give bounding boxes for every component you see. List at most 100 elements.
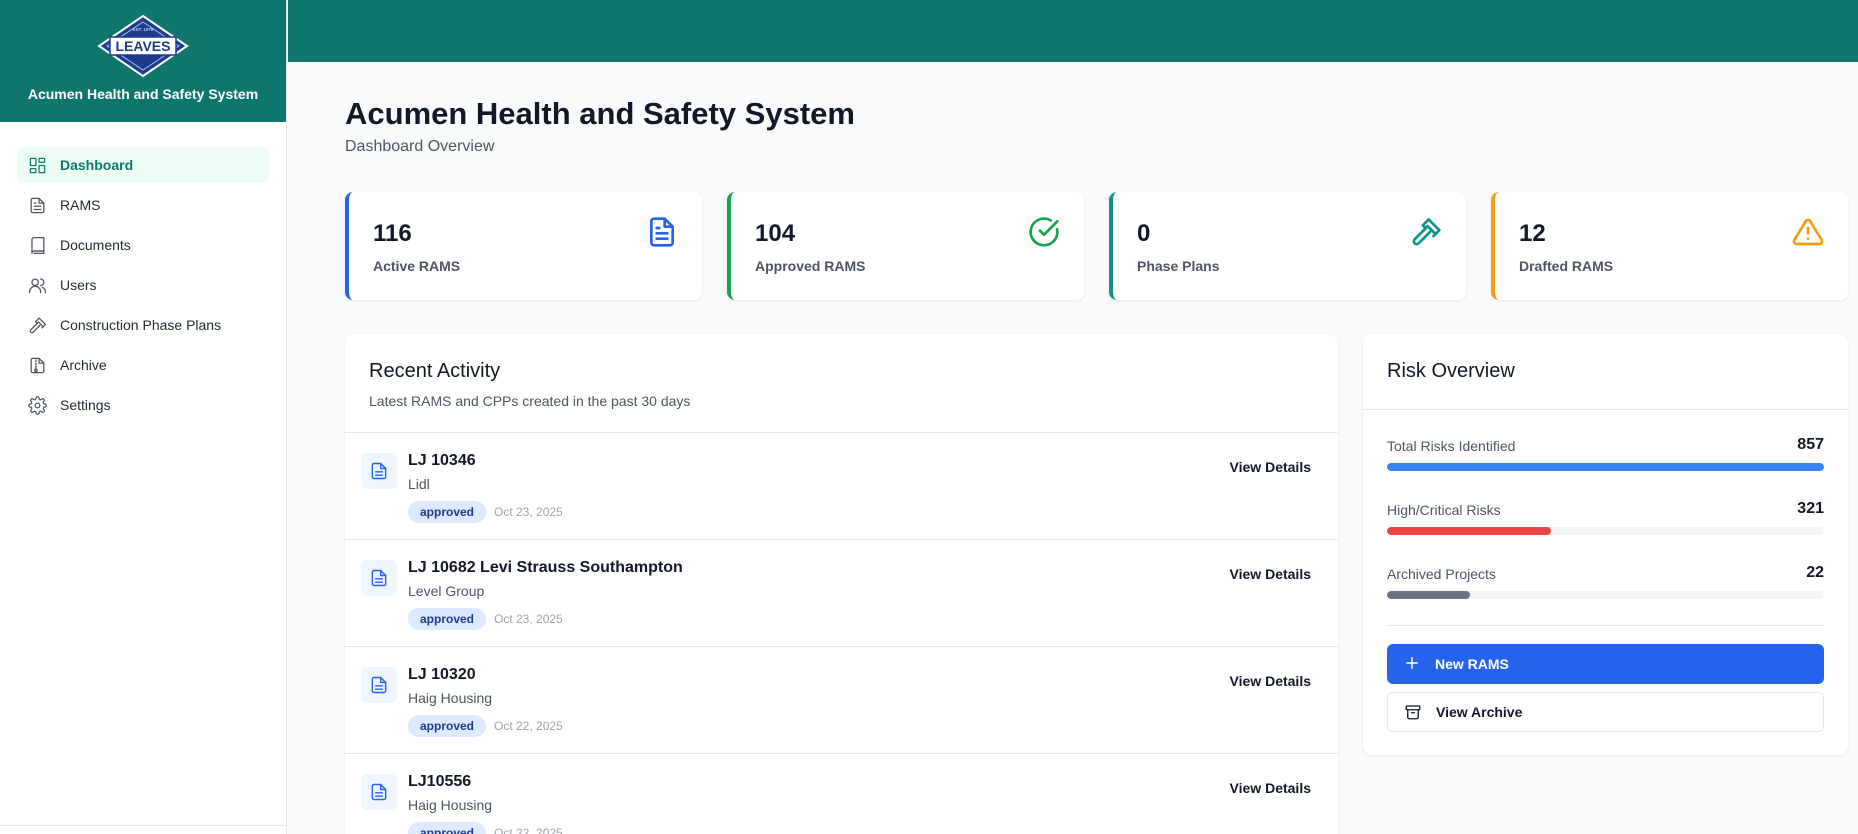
document-icon <box>361 560 397 596</box>
file-text-icon <box>27 195 47 215</box>
metric-value: 857 <box>1797 436 1824 453</box>
stat-value: 0 <box>1137 220 1151 247</box>
new-rams-label: New RAMS <box>1435 656 1509 672</box>
archive-icon <box>1405 705 1421 720</box>
activity-date: Oct 22, 2025 <box>494 826 563 834</box>
dashboard-icon <box>27 155 47 175</box>
status-badge: approved <box>408 608 487 630</box>
metric-total-risks: Total Risks Identified 857 <box>1387 436 1824 478</box>
status-badge: approved <box>408 501 487 523</box>
document-icon <box>361 774 397 810</box>
activity-client: Level Group <box>408 583 485 599</box>
progress-track <box>1387 463 1824 471</box>
book-icon <box>27 235 47 255</box>
plus-icon <box>1406 657 1418 669</box>
progress-fill <box>1387 527 1551 535</box>
view-details-button[interactable]: View Details <box>1230 673 1311 689</box>
page-title: Acumen Health and Safety System <box>345 96 855 131</box>
stat-label: Active RAMS <box>373 258 461 274</box>
metric-archived-projects: Archived Projects 22 <box>1387 564 1824 606</box>
gear-icon <box>27 395 47 415</box>
status-badge: approved <box>408 715 487 737</box>
activity-row[interactable]: LJ10556 Haig Housing approved Oct 22, 20… <box>345 754 1338 834</box>
metric-value: 22 <box>1806 564 1824 581</box>
activity-row[interactable]: LJ 10346 Lidl approved Oct 23, 2025 View… <box>345 433 1338 540</box>
stat-card-active-rams[interactable]: 116 Active RAMS <box>345 192 702 300</box>
sidebar: LEAVES EST. 1978 Acumen Health and Safet… <box>0 0 287 834</box>
progress-fill <box>1387 463 1824 471</box>
activity-row[interactable]: LJ 10320 Haig Housing approved Oct 22, 2… <box>345 647 1338 754</box>
sidebar-item-settings[interactable]: Settings <box>17 387 269 423</box>
document-icon <box>361 453 397 489</box>
stat-label: Approved RAMS <box>755 258 866 274</box>
hammer-icon <box>1410 216 1442 248</box>
activity-date: Oct 23, 2025 <box>494 505 563 519</box>
activity-title-text: LJ 10682 Levi Strauss Southampton <box>408 559 683 576</box>
activity-date: Oct 23, 2025 <box>494 612 563 626</box>
sidebar-item-construction-phase-plans[interactable]: Construction Phase Plans <box>17 307 269 343</box>
file-archive-icon <box>27 355 47 375</box>
risk-title: Risk Overview <box>1387 360 1515 382</box>
stat-value: 116 <box>373 220 412 247</box>
warning-icon <box>1792 216 1824 248</box>
sidebar-item-label: Archive <box>60 357 107 373</box>
stat-card-approved-rams[interactable]: 104 Approved RAMS <box>727 192 1084 300</box>
sidebar-item-label: Documents <box>60 237 131 253</box>
sidebar-item-label: Construction Phase Plans <box>60 317 222 333</box>
brand-header: LEAVES EST. 1978 Acumen Health and Safet… <box>0 0 286 122</box>
check-circle-icon <box>1028 216 1060 248</box>
view-details-button[interactable]: View Details <box>1230 459 1311 475</box>
stat-value: 104 <box>755 220 796 247</box>
sidebar-item-users[interactable]: Users <box>17 267 269 303</box>
svg-text:LEAVES: LEAVES <box>116 38 171 54</box>
svg-text:EST. 1978: EST. 1978 <box>133 27 154 32</box>
progress-track <box>1387 591 1824 599</box>
brand-name: Acumen Health and Safety System <box>27 86 259 102</box>
sidebar-item-label: Settings <box>60 397 111 413</box>
activity-title-text: LJ10556 <box>408 773 472 790</box>
file-text-icon <box>646 216 678 248</box>
users-icon <box>27 275 47 295</box>
activity-title-text: LJ 10320 <box>408 666 476 683</box>
sidebar-item-rams[interactable]: RAMS <box>17 187 269 223</box>
sidebar-item-label: Users <box>60 277 97 293</box>
stat-value: 12 <box>1519 220 1546 247</box>
activity-subtitle: Latest RAMS and CPPs created in the past… <box>369 393 691 409</box>
hammer-icon <box>27 315 47 335</box>
document-icon <box>361 667 397 703</box>
leaves-logo[interactable]: LEAVES EST. 1978 <box>93 14 193 78</box>
metric-high-critical-risks: High/Critical Risks 321 <box>1387 500 1824 542</box>
view-archive-button[interactable]: View Archive <box>1387 692 1824 732</box>
divider <box>1387 625 1824 626</box>
stat-label: Phase Plans <box>1137 258 1220 274</box>
status-badge: approved <box>408 822 487 834</box>
sidebar-item-archive[interactable]: Archive <box>17 347 269 383</box>
metric-value: 321 <box>1797 500 1824 517</box>
view-details-button[interactable]: View Details <box>1230 780 1311 796</box>
page-subtitle: Dashboard Overview <box>345 138 495 155</box>
metric-label: Total Risks Identified <box>1387 438 1516 454</box>
sidebar-item-label: RAMS <box>60 197 101 213</box>
activity-title-text: LJ 10346 <box>408 452 476 469</box>
activity-row[interactable]: LJ 10682 Levi Strauss Southampton Level … <box>345 540 1338 647</box>
risk-overview-card: Risk Overview Total Risks Identified 857… <box>1363 334 1848 755</box>
view-archive-label: View Archive <box>1436 704 1523 720</box>
new-rams-button[interactable]: New RAMS <box>1387 644 1824 684</box>
sidebar-item-documents[interactable]: Documents <box>17 227 269 263</box>
sidebar-nav: Dashboard RAMS Documents Users Construct… <box>0 122 286 423</box>
view-details-button[interactable]: View Details <box>1230 566 1311 582</box>
stat-card-drafted-rams[interactable]: 12 Drafted RAMS <box>1491 192 1848 300</box>
activity-header: Recent Activity Latest RAMS and CPPs cre… <box>345 334 1338 433</box>
activity-client: Haig Housing <box>408 797 493 813</box>
sidebar-item-label: Dashboard <box>60 157 134 173</box>
activity-client: Haig Housing <box>408 690 493 706</box>
sidebar-item-dashboard[interactable]: Dashboard <box>17 147 269 183</box>
metric-label: Archived Projects <box>1387 566 1496 582</box>
stat-label: Drafted RAMS <box>1519 258 1614 274</box>
activity-date: Oct 22, 2025 <box>494 719 563 733</box>
stat-card-phase-plans[interactable]: 0 Phase Plans <box>1109 192 1466 300</box>
progress-track <box>1387 527 1824 535</box>
activity-title: Recent Activity <box>369 360 501 382</box>
sidebar-divider <box>0 825 286 826</box>
activity-client: Lidl <box>408 476 430 492</box>
